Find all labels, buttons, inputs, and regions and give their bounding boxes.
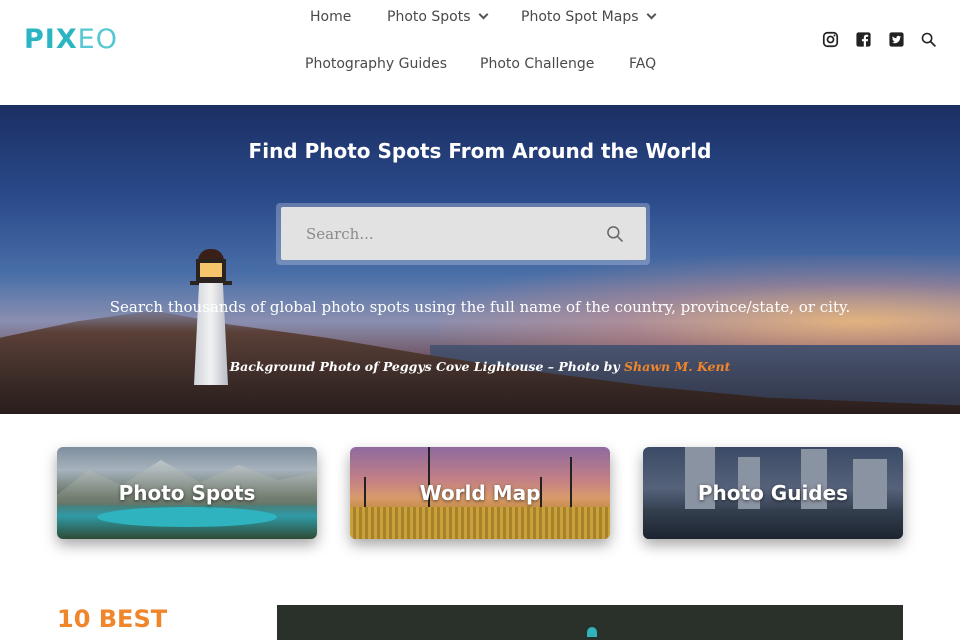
logo-part-eo: EO bbox=[77, 24, 118, 55]
wheat-field-image bbox=[350, 507, 610, 539]
facebook-icon[interactable] bbox=[855, 31, 872, 48]
nav-photography-guides[interactable]: Photography Guides bbox=[305, 55, 447, 73]
nav-home-label: Home bbox=[310, 9, 352, 25]
search-icon[interactable] bbox=[920, 31, 937, 48]
nav-photo-spots[interactable]: Photo Spots bbox=[387, 8, 488, 26]
nav-photo-spot-maps-label: Photo Spot Maps bbox=[521, 9, 639, 25]
pixeo-logo[interactable]: PIXEO bbox=[24, 25, 118, 55]
logo-part-pix: PIX bbox=[24, 24, 78, 55]
twitter-icon[interactable] bbox=[888, 31, 905, 48]
search-input[interactable] bbox=[281, 207, 646, 260]
lake-image bbox=[97, 507, 277, 527]
lighthouse-light bbox=[200, 263, 222, 277]
nav-photo-challenge-label: Photo Challenge bbox=[480, 56, 595, 72]
instagram-icon[interactable] bbox=[822, 31, 839, 48]
hero-title: Find Photo Spots From Around the World bbox=[248, 139, 712, 163]
card-photo-spots-label: Photo Spots bbox=[118, 481, 256, 505]
nav-faq-label: FAQ bbox=[629, 56, 657, 72]
nav-photo-spots-label: Photo Spots bbox=[387, 9, 471, 25]
card-photo-guides[interactable]: Photo Guides bbox=[643, 447, 903, 539]
nav-photography-guides-label: Photography Guides bbox=[305, 56, 448, 72]
section-title: 10 BEST bbox=[57, 605, 168, 633]
photo-credit-text: Background Photo of Peggys Cove Lightous… bbox=[229, 359, 624, 374]
card-world-map[interactable]: World Map bbox=[350, 447, 610, 539]
photo-credit-author-link[interactable]: Shawn M. Kent bbox=[624, 359, 730, 374]
hero-subtitle: Search thousands of global photo spots u… bbox=[109, 298, 851, 316]
featured-image-detail bbox=[587, 627, 597, 637]
nav-photo-challenge[interactable]: Photo Challenge bbox=[480, 55, 594, 73]
chevron-down-icon bbox=[646, 9, 656, 20]
nav-faq[interactable]: FAQ bbox=[629, 55, 656, 73]
nav-photo-spot-maps[interactable]: Photo Spot Maps bbox=[521, 8, 656, 26]
nav-home[interactable]: Home bbox=[310, 8, 351, 26]
featured-image[interactable] bbox=[277, 605, 903, 640]
photo-credit: Background Photo of Peggys Cove Lightous… bbox=[0, 358, 960, 376]
search-submit-icon[interactable] bbox=[605, 224, 625, 244]
card-photo-guides-label: Photo Guides bbox=[697, 481, 849, 505]
chevron-down-icon bbox=[478, 9, 488, 20]
card-world-map-label: World Map bbox=[419, 481, 541, 505]
harbor-water-image bbox=[643, 509, 903, 539]
card-photo-spots[interactable]: Photo Spots bbox=[57, 447, 317, 539]
site-header: PIXEO Home Photo Spots Photo Spot Maps P… bbox=[0, 0, 960, 105]
